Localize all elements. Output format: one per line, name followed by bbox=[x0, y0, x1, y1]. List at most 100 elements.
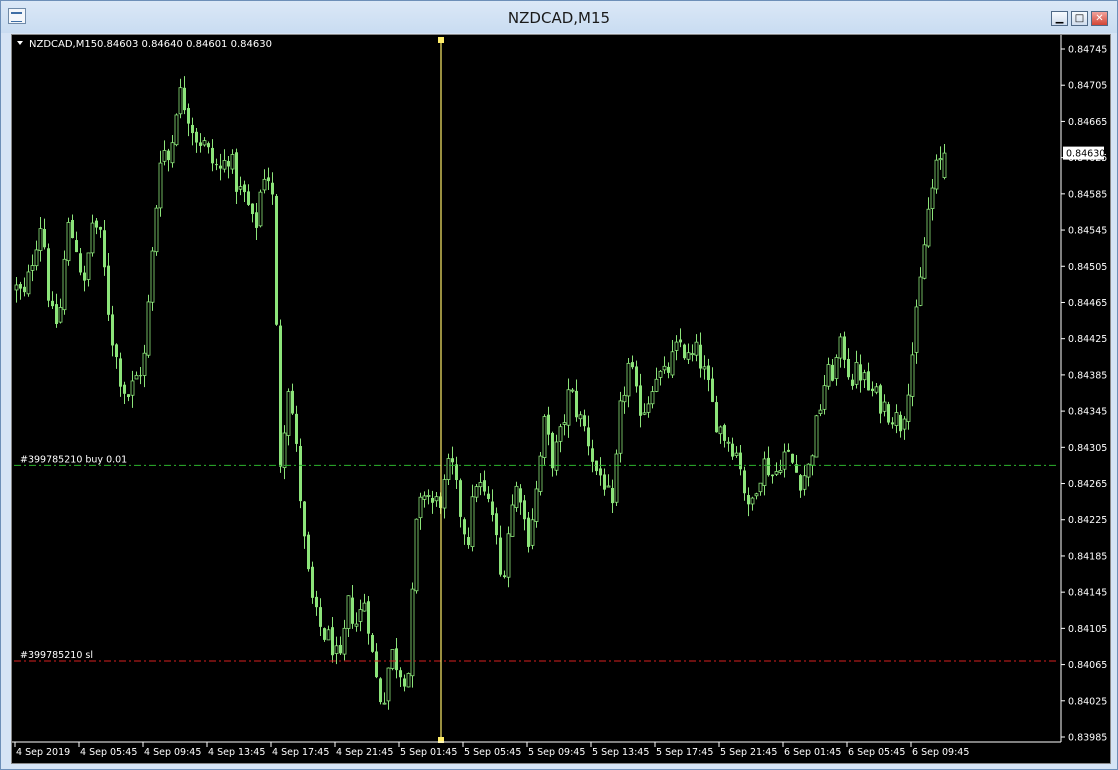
dropdown-arrow-icon[interactable] bbox=[17, 41, 23, 45]
price-tick-label: 0.84745 bbox=[1068, 45, 1107, 56]
candle bbox=[734, 446, 739, 458]
order-line-label: #399785210 sl bbox=[20, 650, 93, 661]
candle bbox=[222, 149, 227, 173]
close-button[interactable]: ✕ bbox=[1091, 11, 1108, 26]
candle bbox=[506, 526, 511, 588]
candle bbox=[286, 388, 291, 446]
candle bbox=[822, 374, 827, 415]
candle bbox=[275, 193, 278, 326]
candle bbox=[258, 189, 263, 228]
candle bbox=[551, 431, 554, 477]
time-tick-label: 4 Sep 2019 bbox=[16, 747, 70, 758]
candle bbox=[650, 386, 655, 409]
candle bbox=[570, 387, 575, 393]
candle bbox=[622, 386, 627, 414]
candle bbox=[646, 396, 651, 418]
candle bbox=[459, 478, 462, 528]
candle bbox=[891, 417, 894, 429]
candle bbox=[115, 343, 118, 369]
candle bbox=[542, 414, 547, 465]
candle bbox=[354, 612, 359, 632]
candle bbox=[894, 404, 899, 434]
time-tick-label: 4 Sep 17:45 bbox=[272, 747, 329, 758]
candle bbox=[791, 453, 794, 464]
time-tick-label: 5 Sep 05:45 bbox=[464, 747, 521, 758]
candle bbox=[538, 452, 543, 496]
candle bbox=[483, 470, 486, 496]
candle bbox=[726, 437, 731, 452]
candle bbox=[130, 370, 135, 408]
candle bbox=[879, 383, 882, 424]
candle bbox=[670, 340, 675, 378]
candle bbox=[331, 616, 334, 663]
candle bbox=[211, 139, 214, 172]
time-axis[interactable]: 4 Sep 2019 4 Sep 05:45 4 Sep 09:45 4 Sep 13… bbox=[14, 742, 969, 758]
candle bbox=[922, 237, 927, 280]
candle bbox=[26, 264, 31, 297]
candle bbox=[750, 496, 755, 511]
chart-area[interactable]: #399785210 buy 0.01 #399785210 sl NZDCAD,… bbox=[11, 34, 1111, 764]
crosshair-top-handle[interactable] bbox=[438, 37, 444, 43]
candle bbox=[339, 636, 342, 656]
title-bar[interactable]: NZDCAD,M15 ▁ □ ✕ bbox=[1, 1, 1117, 33]
price-tick-label: 0.84065 bbox=[1068, 660, 1107, 671]
candle bbox=[463, 517, 466, 545]
candle bbox=[614, 449, 619, 506]
candle bbox=[142, 344, 147, 388]
candle bbox=[754, 492, 759, 500]
candle bbox=[487, 486, 490, 503]
candle bbox=[871, 381, 874, 397]
time-tick-label: 5 Sep 21:45 bbox=[720, 747, 777, 758]
candle bbox=[662, 356, 667, 374]
candle bbox=[882, 394, 887, 417]
candle bbox=[19, 281, 22, 300]
candle bbox=[519, 484, 522, 515]
candle bbox=[938, 146, 943, 170]
price-tick-label: 0.84705 bbox=[1068, 81, 1107, 92]
time-tick-label: 5 Sep 17:45 bbox=[656, 747, 713, 758]
candle bbox=[718, 425, 723, 444]
candle bbox=[834, 354, 839, 386]
minimize-button[interactable]: ▁ bbox=[1051, 11, 1068, 26]
time-tick-label: 6 Sep 01:45 bbox=[784, 747, 841, 758]
price-tick-label: 0.83985 bbox=[1068, 733, 1107, 744]
candle bbox=[758, 482, 763, 496]
candle bbox=[618, 391, 623, 463]
candle bbox=[583, 409, 586, 432]
time-tick-label: 5 Sep 09:45 bbox=[528, 747, 585, 758]
price-tick-label: 0.84505 bbox=[1068, 262, 1107, 273]
candle bbox=[23, 277, 26, 297]
candle bbox=[514, 481, 519, 512]
candle bbox=[202, 137, 207, 147]
candle bbox=[694, 334, 699, 362]
candle bbox=[474, 483, 479, 503]
maximize-button[interactable]: □ bbox=[1071, 11, 1088, 26]
candle bbox=[90, 214, 95, 257]
candle bbox=[183, 76, 186, 115]
candle bbox=[303, 500, 306, 549]
candle bbox=[323, 627, 326, 642]
chart-header-ohlc: 0.84603 0.84640 0.84601 0.84630 bbox=[97, 39, 272, 50]
price-tick-label: 0.84105 bbox=[1068, 624, 1107, 635]
price-tick-label: 0.84665 bbox=[1068, 117, 1107, 128]
candle bbox=[66, 217, 71, 266]
time-tick-label: 6 Sep 05:45 bbox=[848, 747, 905, 758]
candle bbox=[918, 267, 923, 307]
candle bbox=[838, 333, 843, 368]
time-tick-label: 4 Sep 21:45 bbox=[336, 747, 393, 758]
candlestick-chart[interactable]: #399785210 buy 0.01 #399785210 sl NZDCAD,… bbox=[12, 35, 1110, 763]
candle bbox=[575, 379, 578, 422]
candle bbox=[95, 218, 98, 235]
candle bbox=[399, 667, 402, 688]
candle bbox=[431, 490, 434, 514]
candle bbox=[451, 446, 454, 475]
candle bbox=[51, 291, 54, 309]
candle bbox=[683, 343, 686, 360]
candle bbox=[403, 674, 406, 692]
candle bbox=[867, 362, 870, 391]
time-tick-label: 4 Sep 13:45 bbox=[208, 747, 265, 758]
candle bbox=[862, 369, 867, 389]
time-tick-label: 6 Sep 09:45 bbox=[912, 747, 969, 758]
time-tick-label: 4 Sep 05:45 bbox=[80, 747, 137, 758]
candle bbox=[342, 619, 347, 661]
